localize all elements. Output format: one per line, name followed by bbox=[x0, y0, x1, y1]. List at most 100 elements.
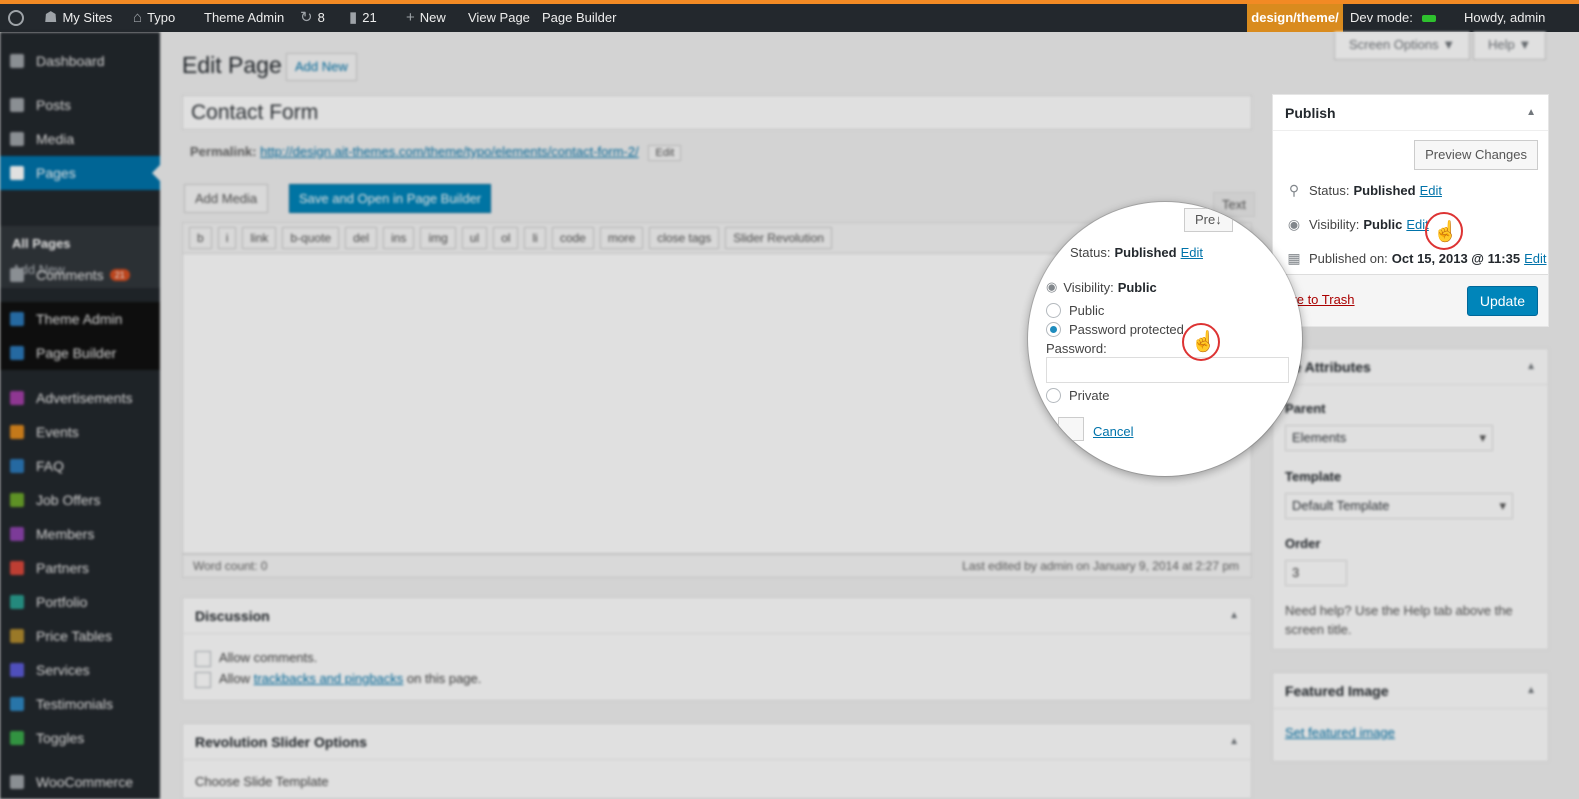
menu-events[interactable]: Events bbox=[0, 415, 160, 449]
public-radio[interactable] bbox=[1046, 303, 1061, 318]
menu-pages[interactable]: Pages bbox=[0, 156, 160, 190]
menu-portfolio[interactable]: Portfolio bbox=[0, 585, 160, 619]
menu-testimonials[interactable]: Testimonials bbox=[0, 687, 160, 721]
publish-header[interactable]: Publish ▲ bbox=[1273, 95, 1548, 131]
menu-media[interactable]: Media bbox=[0, 122, 160, 156]
qt-close-tags[interactable]: close tags bbox=[649, 227, 720, 249]
my-sites-link[interactable]: ☗ My Sites bbox=[44, 4, 112, 32]
qt-code[interactable]: code bbox=[551, 227, 594, 249]
add-new-button[interactable]: Add New bbox=[286, 53, 357, 81]
template-select[interactable]: Default Template bbox=[1285, 493, 1513, 519]
qt-del[interactable]: del bbox=[345, 227, 378, 249]
home-icon: ⌂ bbox=[133, 9, 143, 26]
site-link[interactable]: ⌂ Typo bbox=[133, 4, 175, 32]
page-attributes-header[interactable]: ge Attributes ▲ bbox=[1273, 349, 1548, 385]
menu-members[interactable]: Members bbox=[0, 517, 160, 551]
private-radio[interactable] bbox=[1046, 388, 1061, 403]
collapse-icon[interactable]: ▲ bbox=[1229, 724, 1239, 760]
menu-comments[interactable]: Comments 21 bbox=[0, 258, 160, 292]
collapse-icon[interactable]: ▲ bbox=[1526, 349, 1536, 385]
set-featured-image-link[interactable]: Set featured image bbox=[1285, 725, 1395, 740]
menu-posts[interactable]: Posts bbox=[0, 88, 160, 122]
menu-dashboard[interactable]: Dashboard bbox=[0, 44, 160, 78]
mag-status-edit-link[interactable]: Edit bbox=[1181, 245, 1203, 260]
price-tables-icon bbox=[10, 629, 24, 643]
parent-select[interactable]: Elements bbox=[1285, 425, 1493, 451]
save-open-page-builder-button[interactable]: Save and Open in Page Builder bbox=[289, 184, 492, 213]
qt-img[interactable]: img bbox=[420, 227, 456, 249]
pin-icon: ⚲ bbox=[1288, 182, 1300, 198]
permalink-edit-button[interactable]: Edit bbox=[648, 145, 682, 161]
collapse-icon[interactable]: ▲ bbox=[1526, 673, 1536, 709]
menu-theme-admin[interactable]: Theme Admin bbox=[0, 302, 160, 336]
permalink-url[interactable]: http://design.ait-themes.com/theme/typo/… bbox=[260, 144, 639, 159]
qt-ol[interactable]: ol bbox=[493, 227, 519, 249]
update-button[interactable]: Update bbox=[1466, 286, 1538, 316]
screen-options-button[interactable]: Screen Options ▼ bbox=[1334, 32, 1471, 60]
menu-woocommerce[interactable]: WooCommerce bbox=[0, 765, 160, 799]
job-offers-icon bbox=[10, 493, 24, 507]
qt-italic[interactable]: i bbox=[217, 227, 237, 249]
page-builder-link[interactable]: Page Builder bbox=[542, 4, 616, 32]
post-title-input[interactable]: Contact Form bbox=[182, 95, 1252, 130]
woocommerce-icon bbox=[10, 775, 24, 789]
comments-link[interactable]: ▮ 21 bbox=[349, 4, 377, 32]
menu-job-offers[interactable]: Job Offers bbox=[0, 483, 160, 517]
status-edit-link[interactable]: Edit bbox=[1420, 183, 1442, 198]
wordpress-logo-icon[interactable] bbox=[8, 4, 24, 32]
visibility-password-option[interactable]: Password protected bbox=[1046, 322, 1184, 337]
qt-more[interactable]: more bbox=[599, 227, 644, 249]
visibility-public-option[interactable]: Public bbox=[1046, 303, 1104, 318]
calendar-icon: ▦ bbox=[1287, 250, 1301, 266]
collapse-icon[interactable]: ▲ bbox=[1526, 95, 1536, 131]
help-button[interactable]: Help ▼ bbox=[1473, 32, 1547, 60]
qt-bold[interactable]: b bbox=[189, 227, 212, 249]
allow-comments-checkbox[interactable] bbox=[195, 650, 211, 667]
menu-advertisements[interactable]: Advertisements bbox=[0, 381, 160, 415]
password-protected-radio[interactable] bbox=[1046, 322, 1061, 337]
pages-icon bbox=[10, 166, 24, 180]
trackbacks-link[interactable]: trackbacks and pingbacks bbox=[254, 671, 404, 686]
discussion-header[interactable]: Discussion ▲ bbox=[183, 598, 1251, 634]
new-content-link[interactable]: + New bbox=[406, 4, 446, 32]
account-menu[interactable]: Howdy, admin bbox=[1464, 4, 1545, 32]
featured-image-header[interactable]: Featured Image ▲ bbox=[1273, 673, 1548, 709]
menu-page-builder[interactable]: Page Builder bbox=[0, 336, 160, 370]
dev-mode-toggle[interactable]: Dev mode: bbox=[1350, 4, 1436, 32]
qt-ul[interactable]: ul bbox=[461, 227, 488, 249]
preview-changes-button[interactable]: Preview Changes bbox=[1414, 140, 1538, 170]
view-page-link[interactable]: View Page bbox=[468, 4, 530, 32]
dev-path-badge: design/theme/ bbox=[1247, 4, 1343, 32]
revslider-header[interactable]: Revolution Slider Options ▲ bbox=[183, 724, 1251, 760]
order-input[interactable]: 3 bbox=[1285, 560, 1347, 586]
updates-link[interactable]: ↻ 8 bbox=[300, 4, 325, 32]
published-edit-link[interactable]: Edit bbox=[1524, 251, 1546, 266]
allow-pings-checkbox[interactable] bbox=[195, 671, 211, 688]
events-icon bbox=[10, 425, 24, 439]
ok-button-partial[interactable] bbox=[1058, 417, 1084, 441]
qt-ins[interactable]: ins bbox=[383, 227, 415, 249]
menu-price-tables[interactable]: Price Tables bbox=[0, 619, 160, 653]
add-media-button[interactable]: Add Media bbox=[184, 184, 269, 213]
cancel-link[interactable]: Cancel bbox=[1093, 424, 1133, 439]
allow-pings-row: Allow trackbacks and pingbacks on this p… bbox=[195, 671, 481, 688]
qt-li[interactable]: li bbox=[524, 227, 546, 249]
visibility-private-option[interactable]: Private bbox=[1046, 388, 1109, 403]
admin-sidebar: Dashboard Posts Media Pages All Pages Ad… bbox=[0, 32, 160, 799]
collapse-icon[interactable]: ▲ bbox=[1229, 598, 1239, 634]
menu-toggles[interactable]: Toggles bbox=[0, 721, 160, 755]
theme-admin-link[interactable]: Theme Admin bbox=[204, 4, 284, 32]
page-attributes-box: ge Attributes▲ Parent Elements Template … bbox=[1272, 348, 1549, 650]
revslider-box: Revolution Slider Options ▲ Choose Slide … bbox=[182, 723, 1252, 799]
menu-partners[interactable]: Partners bbox=[0, 551, 160, 585]
menu-services[interactable]: Services bbox=[0, 653, 160, 687]
qt-blockquote[interactable]: b-quote bbox=[282, 227, 340, 249]
submenu-all-pages[interactable]: All Pages bbox=[12, 236, 71, 251]
plus-icon: + bbox=[406, 9, 415, 26]
qt-link[interactable]: link bbox=[242, 227, 277, 249]
preview-button-partial[interactable]: Pre↓ bbox=[1184, 208, 1233, 232]
qt-slider-revolution[interactable]: Slider Revolution bbox=[725, 227, 832, 249]
menu-faq[interactable]: FAQ bbox=[0, 449, 160, 483]
password-input[interactable] bbox=[1046, 357, 1289, 383]
order-label: Order bbox=[1285, 536, 1321, 551]
